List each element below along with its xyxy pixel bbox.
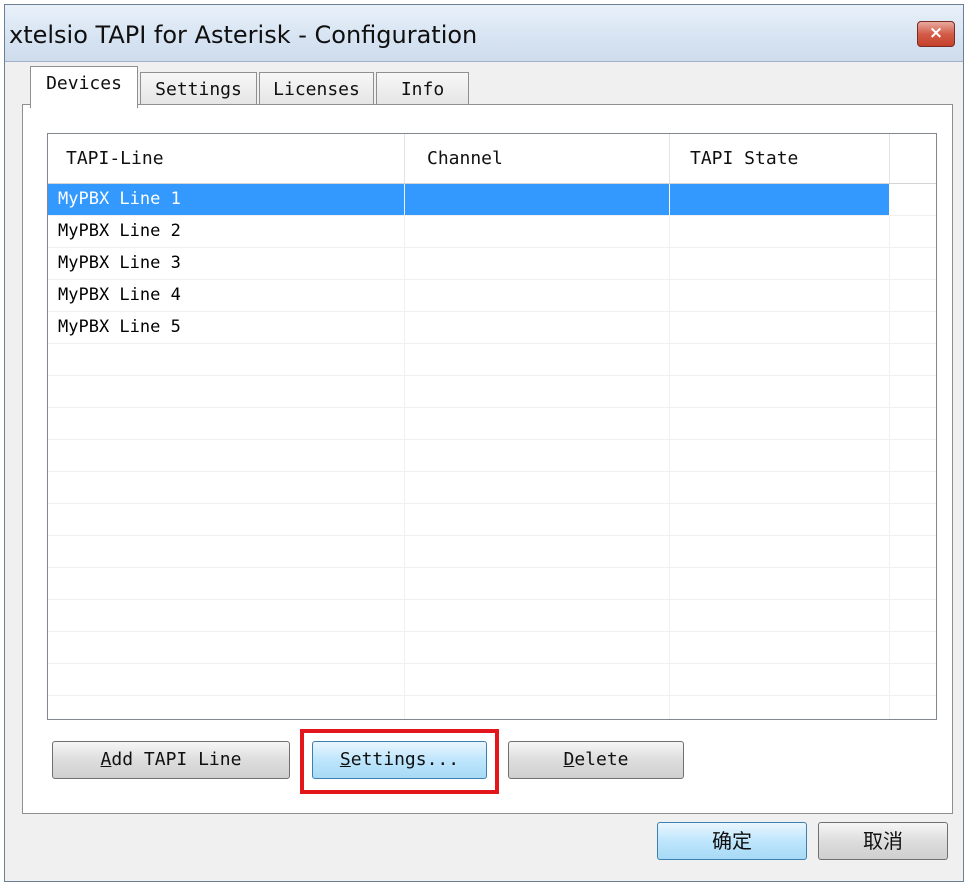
cell-tapi-line (48, 440, 405, 471)
cell-tapi-line (48, 600, 405, 631)
cell-tapi-line: MyPBX Line 3 (48, 248, 405, 279)
table-row-empty (48, 344, 936, 376)
cell-tapi-state (670, 568, 890, 599)
delete-button-label: elete (574, 749, 629, 770)
table-row-empty (48, 664, 936, 696)
cell-channel (405, 248, 670, 279)
cell-tapi-line: MyPBX Line 4 (48, 280, 405, 311)
cell-tapi-state (670, 344, 890, 375)
cell-channel (405, 184, 670, 215)
cell-tapi-line (48, 696, 405, 719)
cell-tapi-state (670, 184, 890, 215)
cell-tapi-line (48, 536, 405, 567)
table-row[interactable]: MyPBX Line 3 (48, 248, 936, 280)
cell-tapi-state (670, 408, 890, 439)
cell-channel (405, 440, 670, 471)
table-header: TAPI-Line Channel TAPI State (48, 134, 936, 184)
cell-tapi-line: MyPBX Line 5 (48, 312, 405, 343)
table-row-empty (48, 568, 936, 600)
cell-tapi-state (670, 312, 890, 343)
table-row-empty (48, 600, 936, 632)
table-row-empty (48, 472, 936, 504)
cell-tapi-state (670, 280, 890, 311)
cell-channel (405, 408, 670, 439)
cell-tapi-state (670, 248, 890, 279)
tab-settings[interactable]: Settings (140, 72, 257, 106)
add-button-label: dd TAPI Line (111, 749, 242, 770)
cell-tapi-line: MyPBX Line 2 (48, 216, 405, 247)
cell-tapi-state (670, 440, 890, 471)
cell-tapi-line (48, 344, 405, 375)
cell-channel (405, 472, 670, 503)
table-row[interactable]: MyPBX Line 5 (48, 312, 936, 344)
table-body: MyPBX Line 1 MyPBX Line 2 MyPBX Line 3 MyPB… (48, 184, 936, 719)
cell-tapi-state (670, 600, 890, 631)
cell-channel (405, 280, 670, 311)
column-header-channel[interactable]: Channel (405, 134, 670, 183)
title-bar[interactable]: xtelsio TAPI for Asterisk - Configuratio… (5, 5, 963, 62)
window-title: xtelsio TAPI for Asterisk - Configuratio… (9, 21, 478, 49)
delete-button-mnemonic: D (563, 749, 575, 770)
cell-tapi-line (48, 664, 405, 695)
table-row-empty (48, 632, 936, 664)
table-row-empty (48, 536, 936, 568)
tab-info[interactable]: Info (376, 72, 469, 106)
table-row-empty (48, 504, 936, 536)
cell-tapi-line (48, 632, 405, 663)
cancel-button[interactable]: 取消 (818, 822, 948, 860)
delete-button[interactable]: Delete (508, 741, 684, 779)
cell-tapi-state (670, 536, 890, 567)
table-row[interactable]: MyPBX Line 2 (48, 216, 936, 248)
tab-licenses[interactable]: Licenses (259, 72, 374, 106)
cell-channel (405, 696, 670, 719)
table-row-empty (48, 440, 936, 472)
tab-devices[interactable]: Devices (30, 66, 138, 108)
column-header-tapi-state[interactable]: TAPI State (670, 134, 890, 183)
cell-tapi-line (48, 504, 405, 535)
cell-tapi-state (670, 216, 890, 247)
table-row-empty (48, 408, 936, 440)
cell-tapi-state (670, 664, 890, 695)
cell-channel (405, 600, 670, 631)
cell-tapi-line (48, 568, 405, 599)
table-row[interactable]: MyPBX Line 1 (48, 184, 936, 216)
cell-tapi-state (670, 696, 890, 719)
cell-tapi-state (670, 472, 890, 503)
cell-tapi-state (670, 504, 890, 535)
cell-channel (405, 632, 670, 663)
cell-tapi-line (48, 472, 405, 503)
cell-channel (405, 312, 670, 343)
cell-tapi-line: MyPBX Line 1 (48, 184, 405, 215)
add-tapi-line-button[interactable]: Add TAPI Line (52, 741, 290, 779)
table-row[interactable]: MyPBX Line 4 (48, 280, 936, 312)
table-row-empty (48, 376, 936, 408)
cell-channel (405, 664, 670, 695)
cell-channel (405, 216, 670, 247)
cell-channel (405, 376, 670, 407)
add-button-mnemonic: A (100, 749, 112, 770)
cell-channel (405, 568, 670, 599)
cell-channel (405, 536, 670, 567)
table-row-empty (48, 696, 936, 719)
cell-channel (405, 504, 670, 535)
cell-channel (405, 344, 670, 375)
tapi-lines-table[interactable]: TAPI-Line Channel TAPI State MyPBX Line … (47, 133, 937, 720)
cell-tapi-state (670, 632, 890, 663)
cell-tapi-state (670, 376, 890, 407)
column-header-tapi-line[interactable]: TAPI-Line (48, 134, 405, 183)
highlight-annotation (300, 729, 499, 794)
ok-button[interactable]: 确定 (657, 822, 807, 860)
cell-tapi-line (48, 408, 405, 439)
cell-tapi-line (48, 376, 405, 407)
close-button[interactable]: × (917, 21, 955, 47)
close-icon: × (928, 23, 944, 43)
